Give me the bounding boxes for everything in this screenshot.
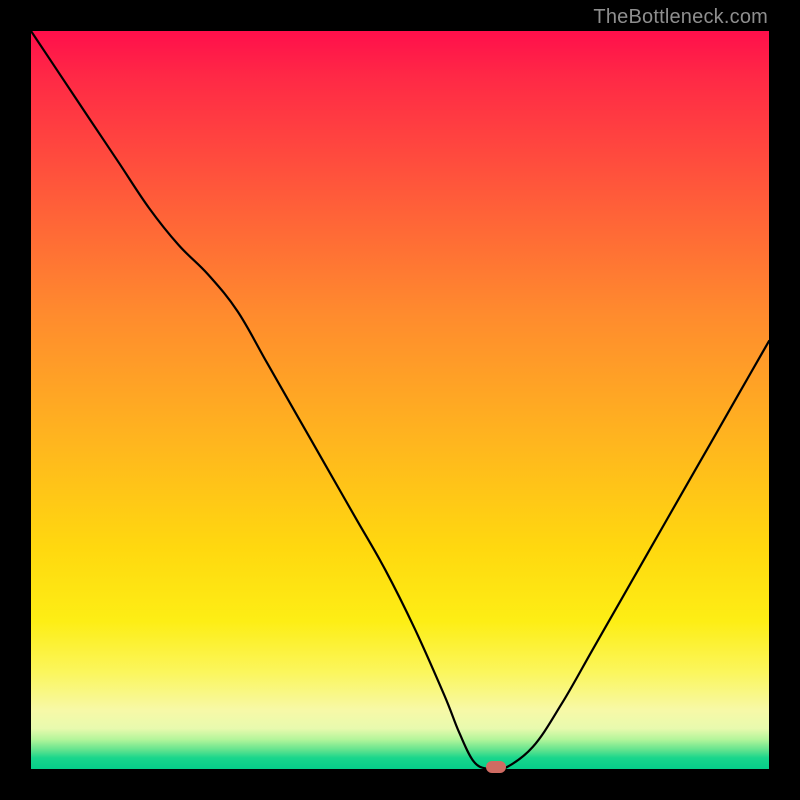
plot-area xyxy=(31,31,769,769)
watermark: TheBottleneck.com xyxy=(593,6,768,29)
optimal-marker xyxy=(486,761,506,773)
chart-container: TheBottleneck.com xyxy=(0,0,800,800)
curve-path xyxy=(31,31,769,769)
bottleneck-curve xyxy=(31,31,769,769)
